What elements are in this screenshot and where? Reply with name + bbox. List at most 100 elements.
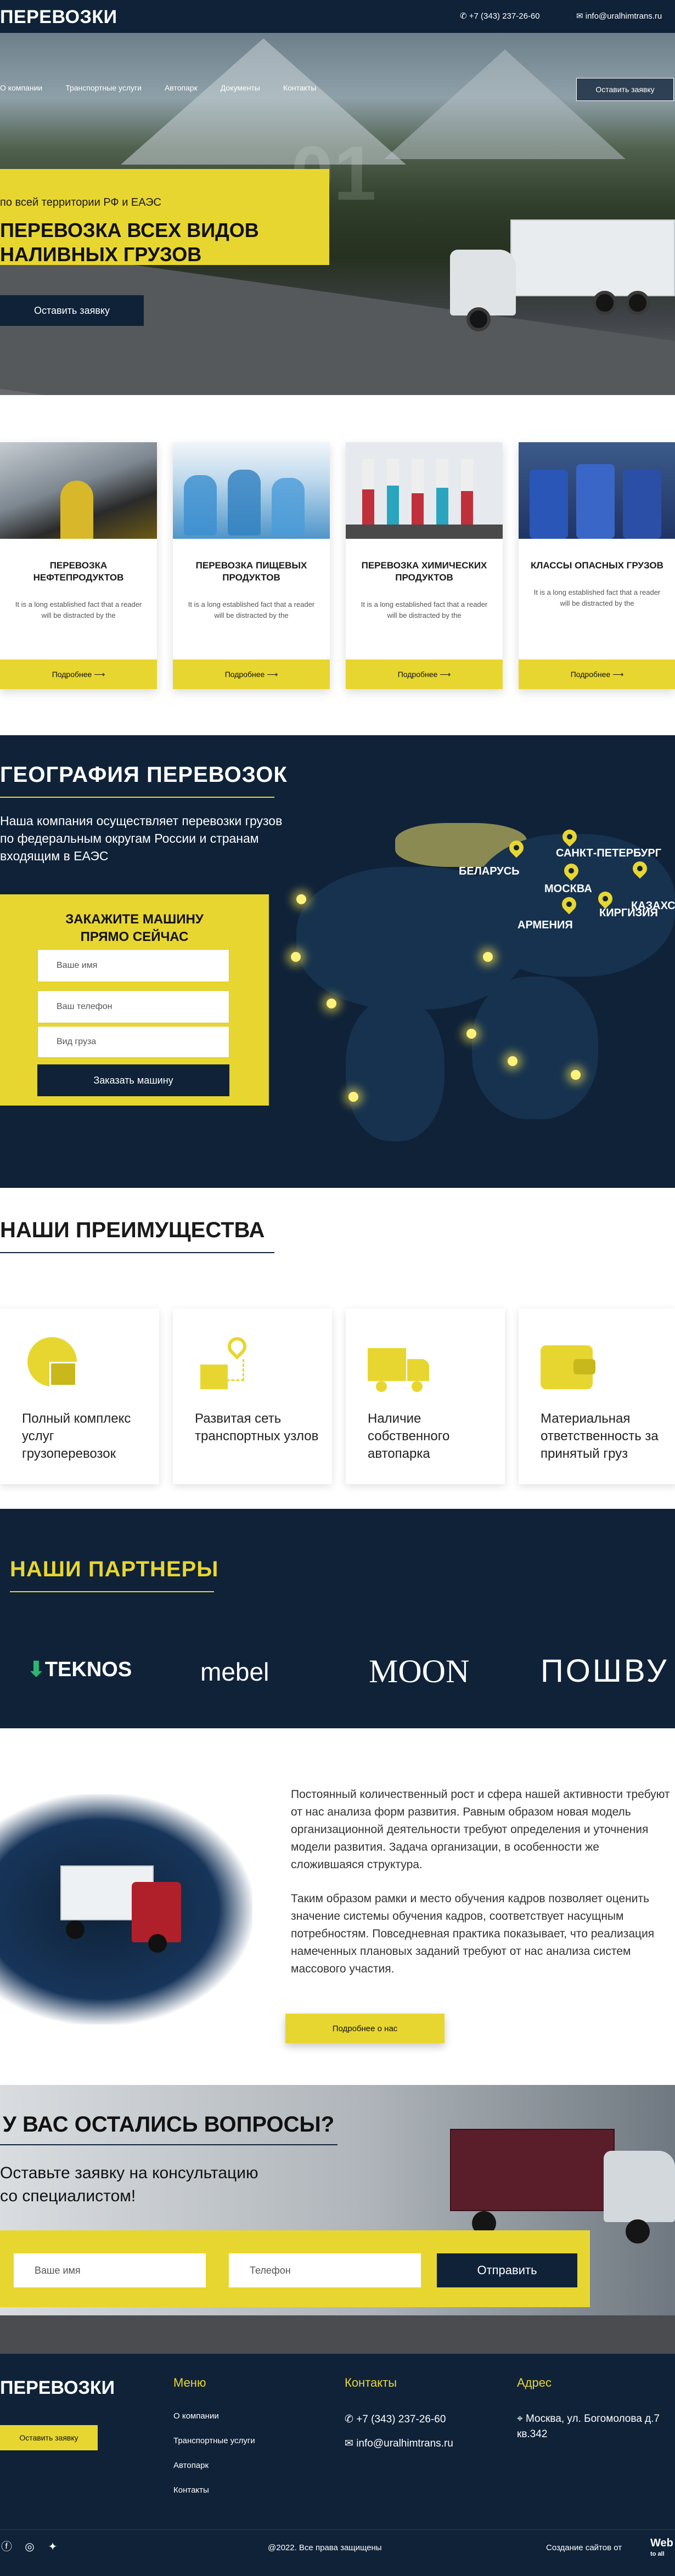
facebook-icon[interactable]: ⓕ xyxy=(0,2540,13,2554)
title-underline xyxy=(0,797,274,798)
footer: ПЕРЕВОЗКИ Оставить заявку Меню О компани… xyxy=(0,2354,675,2576)
world-map: БЕЛАРУСЬ САНКТ-ПЕТЕРБУРГ МОСКВА КАЗАХСТА… xyxy=(263,823,675,1163)
consultation-form: Ваше имя Телефон Отправить xyxy=(0,2230,590,2307)
main-nav: О компании Транспортные услуги Автопарк … xyxy=(0,83,339,92)
map-light xyxy=(348,1092,358,1102)
advantage-text: Материальная ответственность за принятый… xyxy=(541,1411,659,1461)
instagram-icon[interactable]: ◎ xyxy=(23,2540,36,2554)
copyright: @2022. Все права защищены xyxy=(268,2543,382,2552)
partner-logo-mebel[interactable]: mebel xyxy=(200,1657,269,1687)
service-more-button[interactable]: Подробнее ⟶ xyxy=(519,659,675,689)
footer-email-text[interactable]: info@uralhimtrans.ru xyxy=(356,2438,453,2449)
phone-icon: ✆ xyxy=(345,2414,357,2425)
hero-title-line: НАЛИВНЫХ ГРУЗОВ xyxy=(0,243,202,266)
hero-subtitle: по всей территории РФ и ЕАЭС xyxy=(0,196,161,208)
partner-logo-poshvu[interactable]: ПОШВУ xyxy=(541,1653,669,1689)
hero-card: по всей территории РФ и ЕАЭС ПЕРЕВОЗКА В… xyxy=(0,169,329,267)
map-truck-image xyxy=(0,1794,252,2025)
barrels-image xyxy=(519,442,675,539)
hero-title: ПЕРЕВОЗКА ВСЕХ ВИДОВ НАЛИВНЫХ ГРУЗОВ xyxy=(0,218,259,267)
order-title-line: ЗАКАЖИТЕ МАШИНУ xyxy=(65,912,204,927)
nav-item-documents[interactable]: Документы xyxy=(221,83,260,92)
title-underline xyxy=(10,1591,214,1592)
truck-trailer xyxy=(510,219,675,296)
nav-item-services[interactable]: Транспортные услуги xyxy=(65,83,142,92)
oil-image xyxy=(0,442,157,539)
consult-phone-input[interactable]: Телефон xyxy=(229,2253,421,2287)
header-email-text[interactable]: info@uralhimtrans.ru xyxy=(586,12,662,21)
mail-icon: ✉ xyxy=(576,12,586,21)
studio-logo[interactable]: Web to all xyxy=(650,2538,673,2560)
nav-item-about[interactable]: О компании xyxy=(0,83,42,92)
order-car-button[interactable]: Заказать машину xyxy=(37,1064,229,1096)
about-section: Постоянный количественный рост и сфера н… xyxy=(0,1728,675,2085)
service-more-button[interactable]: Подробнее ⟶ xyxy=(173,659,330,689)
phone-icon: ✆ xyxy=(460,12,469,21)
questions-subtitle: Оставьте заявку на консультацию со специ… xyxy=(0,2162,258,2208)
service-card[interactable]: ПЕРЕВОЗКА ХИМИЧЕСКИХ ПРОДУКТОВ It is a l… xyxy=(346,442,503,689)
service-text: It is a long established fact that a rea… xyxy=(15,600,142,619)
footer-phone[interactable]: ✆ +7 (343) 237-26-60 xyxy=(345,2413,446,2426)
header-phone[interactable]: ✆ +7 (343) 237-26-60 xyxy=(460,11,540,21)
truck-wheel xyxy=(466,307,491,331)
service-card[interactable]: КЛАССЫ ОПАСНЫХ ГРУЗОВ It is a long estab… xyxy=(519,442,675,689)
title-underline xyxy=(0,1252,274,1253)
header-phone-text[interactable]: +7 (343) 237-26-60 xyxy=(469,12,540,21)
title-underline xyxy=(0,2144,338,2145)
road-decor xyxy=(0,2315,675,2354)
name-input[interactable]: Ваше имя xyxy=(37,949,229,982)
hero-request-button[interactable]: Оставить заявку xyxy=(0,295,144,326)
map-light xyxy=(291,952,301,962)
partner-logo-moon[interactable]: MOON xyxy=(369,1653,469,1690)
footer-menu-item[interactable]: О компании xyxy=(173,2411,219,2421)
service-card[interactable]: ПЕРЕВОЗКА ПИЩЕВЫХ ПРОДУКТОВ It is a long… xyxy=(173,442,330,689)
send-button[interactable]: Отправить xyxy=(437,2253,577,2287)
service-text: It is a long established fact that a rea… xyxy=(533,588,661,607)
city-label: КИРГИЗИЯ xyxy=(599,907,658,919)
footer-menu-item[interactable]: Контакты xyxy=(173,2485,209,2495)
hero-truck-image xyxy=(428,219,675,346)
service-title: ПЕРЕВОЗКА ХИМИЧЕСКИХ ПРОДУКТОВ xyxy=(361,560,487,583)
footer-email[interactable]: ✉ info@uralhimtrans.ru xyxy=(345,2437,453,2450)
partner-logo-teknos-text: TEKNOS xyxy=(44,1658,132,1681)
service-card[interactable]: ПЕРЕВОЗКА НЕФТЕПРОДУКТОВ It is a long es… xyxy=(0,442,157,689)
footer-address: ⌖ Москва, ул. Богомолова д.7 кв.342 xyxy=(517,2411,671,2442)
service-title: КЛАССЫ ОПАСНЫХ ГРУЗОВ xyxy=(531,560,663,571)
service-more-button[interactable]: Подробнее ⟶ xyxy=(0,659,157,689)
partner-logo-teknos[interactable]: ⬇TEKNOS xyxy=(27,1657,132,1682)
mail-icon: ✉ xyxy=(345,2438,357,2449)
footer-menu-item[interactable]: Транспортные услуги xyxy=(173,2436,255,2445)
truck-icon xyxy=(368,1337,429,1397)
location-pin-icon: ⌖ xyxy=(517,2413,526,2425)
city-label: БЕЛАРУСЬ xyxy=(459,865,520,877)
cargo-input[interactable]: Вид груза xyxy=(37,1026,229,1058)
header-email[interactable]: ✉ info@uralhimtrans.ru xyxy=(576,11,662,21)
footer-address-title: Адрес xyxy=(517,2376,552,2389)
partners-title: НАШИ ПАРТНЕРЫ xyxy=(10,1557,219,1581)
twitter-icon[interactable]: ✦ xyxy=(46,2540,59,2554)
about-more-button[interactable]: Подробнее о нас xyxy=(285,2014,445,2043)
questions-subtitle-line: Оставьте заявку на консультацию xyxy=(0,2164,258,2182)
header-request-button[interactable]: Оставить заявку xyxy=(576,78,674,101)
service-more-button[interactable]: Подробнее ⟶ xyxy=(346,659,503,689)
phone-input[interactable]: Ваш телефон xyxy=(37,990,229,1023)
site-logo[interactable]: ПЕРЕВОЗКИ xyxy=(0,7,117,28)
footer-phone-text[interactable]: +7 (343) 237-26-60 xyxy=(356,2414,446,2425)
about-paragraph: Постоянный количественный рост и сфера н… xyxy=(291,1788,670,1871)
order-title-line: ПРЯМО СЕЙЧАС xyxy=(80,929,189,944)
services-section: ПЕРЕВОЗКА НЕФТЕПРОДУКТОВ It is a long es… xyxy=(0,442,675,689)
order-form: ЗАКАЖИТЕ МАШИНУ ПРЯМО СЕЙЧАС Ваше имя Ва… xyxy=(0,894,269,1106)
chemicals-image xyxy=(346,442,503,539)
about-paragraph: Таким образом рамки и место обучения кад… xyxy=(291,1892,655,1975)
consult-name-input[interactable]: Ваше имя xyxy=(14,2253,206,2287)
studio-logo-line: to all xyxy=(650,2551,665,2557)
city-label: САНКТ-ПЕТЕРБУРГ xyxy=(556,847,662,859)
footer-request-button[interactable]: Оставить заявку xyxy=(0,2425,98,2450)
footer-logo[interactable]: ПЕРЕВОЗКИ xyxy=(0,2377,115,2399)
nav-item-contacts[interactable]: Контакты xyxy=(283,83,316,92)
nav-item-fleet[interactable]: Автопарк xyxy=(165,83,198,92)
mountain-decor xyxy=(384,49,626,159)
truck-cab xyxy=(450,250,516,315)
service-title: ПЕРЕВОЗКА ПИЩЕВЫХ ПРОДУКТОВ xyxy=(195,560,307,583)
footer-menu-item[interactable]: Автопарк xyxy=(173,2461,209,2470)
